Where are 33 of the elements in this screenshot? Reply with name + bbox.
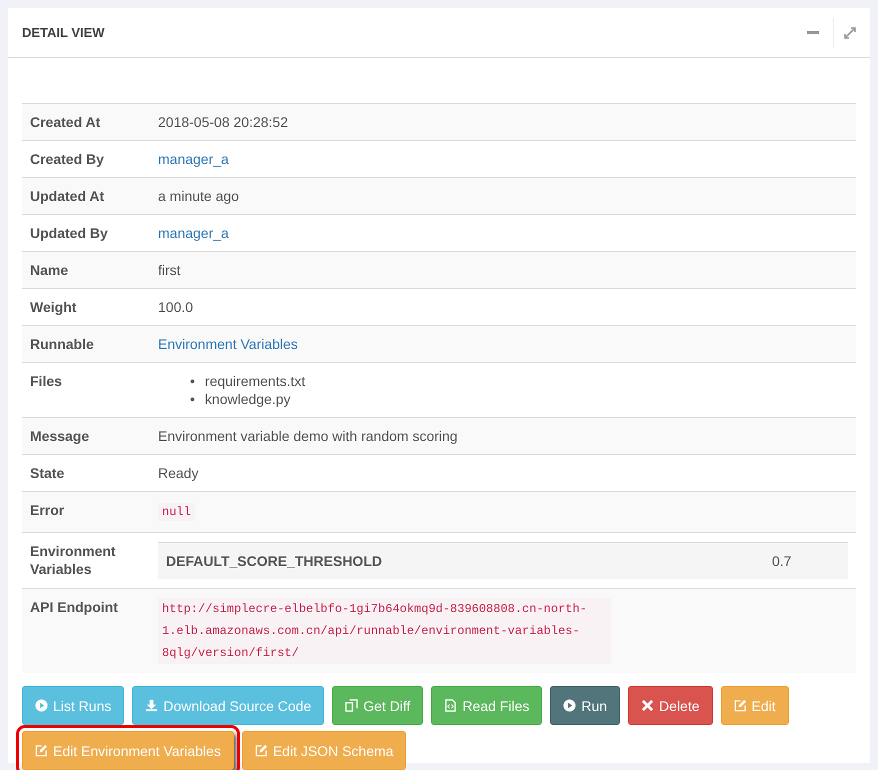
field-value: 2018-05-08 20:28:52 <box>158 114 288 130</box>
field-value: Environment variable demo with random scoring <box>158 428 458 444</box>
action-button[interactable]: Run <box>550 686 620 725</box>
field-label: Error <box>22 492 150 532</box>
action-button[interactable]: List Runs <box>22 686 124 725</box>
action-button[interactable]: Edit JSON Schema <box>242 731 406 770</box>
action-button[interactable]: Get Diff <box>332 686 424 725</box>
variable-name: DEFAULT_SCORE_THRESHOLD <box>158 542 764 579</box>
bullet: • <box>190 372 195 390</box>
variable-value: 0.7 <box>764 542 848 579</box>
field-value: a minute ago <box>158 188 239 204</box>
field-label: API Endpoint <box>22 588 150 673</box>
code-value: null <box>158 503 195 521</box>
field-value: Ready <box>158 465 198 481</box>
field-label: Created At <box>22 104 150 140</box>
file-item: requirements.txt <box>204 372 306 390</box>
action-button[interactable]: Delete <box>628 686 713 725</box>
field-link[interactable]: manager_a <box>158 151 229 167</box>
action-button[interactable]: Edit <box>720 686 789 725</box>
bullet: • <box>190 390 195 408</box>
field-link[interactable]: Environment Variables <box>158 336 298 352</box>
field-label: Name <box>22 252 150 288</box>
field-label: Updated At <box>22 178 150 214</box>
action-button[interactable]: Read Files <box>431 686 542 725</box>
field-value: first <box>158 262 181 278</box>
action-button[interactable]: Download Source Code <box>132 686 324 725</box>
file-item: knowledge.py <box>204 390 291 408</box>
field-link[interactable]: manager_a <box>158 225 229 241</box>
field-label: Runnable <box>22 326 150 362</box>
panel-title: DETAIL VIEW <box>22 25 106 40</box>
field-label: Message <box>22 418 150 454</box>
field-value: 100.0 <box>158 299 194 315</box>
code-value: http://simplecre-elbelbfo-1gi7b64okmq9d-839608808.cn-north-1.elb.amazonaws.com.cn/api/runnable/environment-variables-8qlg/version/first/ <box>158 598 611 664</box>
